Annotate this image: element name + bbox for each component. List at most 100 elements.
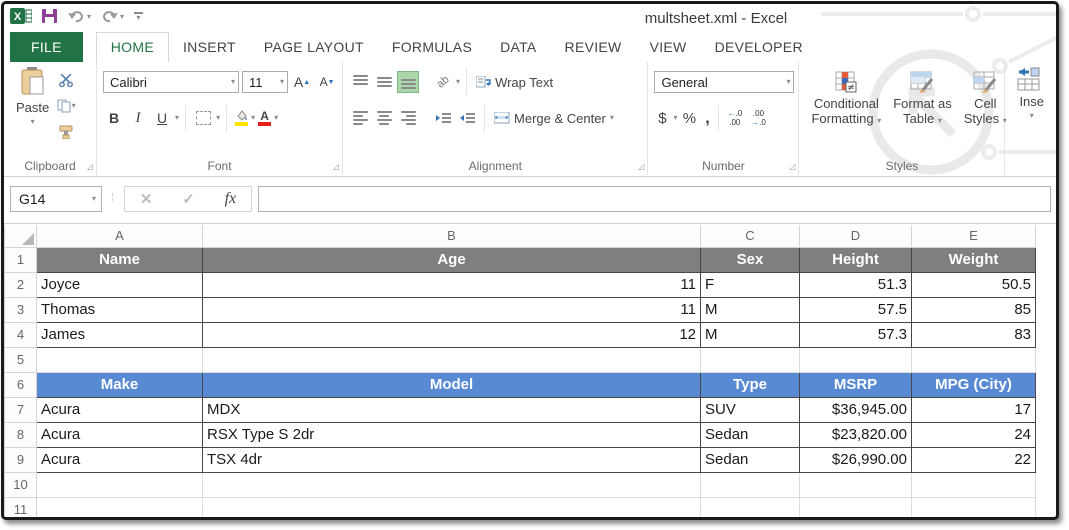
cell[interactable]: Height [800, 247, 912, 272]
cell[interactable] [37, 497, 203, 520]
row-number[interactable]: 3 [5, 297, 37, 322]
cell[interactable] [912, 472, 1036, 497]
column-header-d[interactable]: D [800, 225, 912, 247]
align-center-button[interactable] [373, 107, 395, 129]
undo-icon[interactable]: ▾ [68, 10, 91, 23]
bottom-align-button[interactable] [397, 71, 419, 93]
column-header-c[interactable]: C [701, 225, 800, 247]
align-right-button[interactable] [397, 107, 419, 129]
paste-button[interactable]: Paste ▾ [10, 67, 55, 151]
cell[interactable] [203, 497, 701, 520]
cell[interactable]: 51.3 [800, 272, 912, 297]
copy-button[interactable]: ▾ [55, 95, 77, 117]
select-all-corner[interactable] [5, 225, 37, 247]
underline-button[interactable]: U [151, 107, 173, 129]
bold-button[interactable]: B [103, 107, 125, 129]
name-box-dropdown-icon[interactable]: ▾ [92, 195, 96, 203]
cell[interactable] [912, 497, 1036, 520]
cell[interactable]: MSRP [800, 372, 912, 397]
cell[interactable]: Sex [701, 247, 800, 272]
formula-bar-splitter[interactable]: ⁞ [111, 191, 114, 205]
cell[interactable]: Make [37, 372, 203, 397]
number-dialog-launcher-icon[interactable]: ◿ [789, 162, 795, 171]
font-color-button[interactable]: A [257, 107, 272, 129]
tab-formulas[interactable]: FORMULAS [378, 33, 486, 62]
customize-qat-icon[interactable]: ▾ [134, 12, 143, 22]
tab-file[interactable]: FILE [10, 32, 83, 62]
format-painter-button[interactable] [55, 121, 77, 143]
cell[interactable]: $36,945.00 [800, 397, 912, 422]
cell[interactable]: Sedan [701, 447, 800, 472]
accounting-format-button[interactable]: $ [654, 107, 670, 129]
save-icon[interactable] [42, 9, 58, 24]
cell[interactable]: Thomas [37, 297, 203, 322]
tab-page-layout[interactable]: PAGE LAYOUT [250, 33, 378, 62]
cell[interactable]: TSX 4dr [203, 447, 701, 472]
insert-button[interactable]: Inse ▾ [1011, 67, 1052, 147]
cell[interactable] [701, 497, 800, 520]
cell[interactable]: M [701, 322, 800, 347]
borders-dropdown-icon[interactable]: ▾ [216, 114, 220, 122]
cell[interactable]: Joyce [37, 272, 203, 297]
italic-button[interactable]: I [127, 107, 149, 129]
number-format-combo[interactable]: General▾ [654, 71, 794, 93]
cell[interactable]: Weight [912, 247, 1036, 272]
font-family-combo[interactable]: Calibri▾ [103, 71, 239, 93]
tab-data[interactable]: DATA [486, 33, 550, 62]
conditional-formatting-button[interactable]: ≠ ConditionalFormatting ▾ [805, 67, 887, 155]
cell[interactable]: Acura [37, 397, 203, 422]
cell[interactable]: 83 [912, 322, 1036, 347]
cell[interactable] [203, 347, 701, 372]
cell[interactable]: Acura [37, 422, 203, 447]
underline-dropdown-icon[interactable]: ▾ [175, 114, 179, 122]
cell[interactable]: Model [203, 372, 701, 397]
cell[interactable]: 22 [912, 447, 1036, 472]
cell[interactable]: Age [203, 247, 701, 272]
decrease-decimal-button[interactable]: .00→.0 [748, 109, 769, 127]
cell[interactable]: Sedan [701, 422, 800, 447]
fill-color-dropdown-icon[interactable]: ▾ [251, 114, 255, 122]
cell[interactable]: F [701, 272, 800, 297]
cell[interactable]: 24 [912, 422, 1036, 447]
column-header-b[interactable]: B [203, 225, 701, 247]
cell[interactable]: $26,990.00 [800, 447, 912, 472]
align-left-button[interactable] [349, 107, 371, 129]
row-number[interactable]: 9 [5, 447, 37, 472]
font-size-combo[interactable]: 11▾ [242, 71, 288, 93]
column-header-e[interactable]: E [912, 225, 1036, 247]
row-number[interactable]: 6 [5, 372, 37, 397]
comma-style-button[interactable]: , [701, 107, 713, 129]
cell[interactable]: James [37, 322, 203, 347]
tab-developer[interactable]: DEVELOPER [701, 33, 817, 62]
borders-button[interactable] [192, 107, 214, 129]
top-align-button[interactable] [349, 71, 371, 93]
increase-indent-button[interactable] [456, 107, 478, 129]
cell[interactable]: 57.3 [800, 322, 912, 347]
undo-dropdown-icon[interactable]: ▾ [87, 13, 91, 21]
cancel-icon[interactable]: ✕ [140, 190, 153, 208]
cell[interactable] [701, 347, 800, 372]
enter-icon[interactable]: ✓ [182, 190, 195, 208]
row-number[interactable]: 11 [5, 497, 37, 520]
row-number[interactable]: 8 [5, 422, 37, 447]
row-number[interactable]: 10 [5, 472, 37, 497]
cell[interactable] [800, 497, 912, 520]
tab-review[interactable]: REVIEW [551, 33, 636, 62]
cell[interactable] [800, 472, 912, 497]
fill-color-button[interactable] [233, 107, 249, 129]
name-box[interactable]: G14▾ [10, 186, 102, 212]
cell[interactable]: 11 [203, 297, 701, 322]
cell[interactable] [37, 472, 203, 497]
cell[interactable]: Type [701, 372, 800, 397]
row-number[interactable]: 2 [5, 272, 37, 297]
tab-view[interactable]: VIEW [636, 33, 701, 62]
cut-button[interactable] [55, 69, 77, 91]
cell[interactable] [37, 347, 203, 372]
alignment-dialog-launcher-icon[interactable]: ◿ [638, 162, 644, 171]
row-number[interactable]: 4 [5, 322, 37, 347]
cell[interactable]: 12 [203, 322, 701, 347]
cell[interactable]: 57.5 [800, 297, 912, 322]
cell[interactable] [203, 472, 701, 497]
cell[interactable]: 85 [912, 297, 1036, 322]
cell[interactable]: 17 [912, 397, 1036, 422]
